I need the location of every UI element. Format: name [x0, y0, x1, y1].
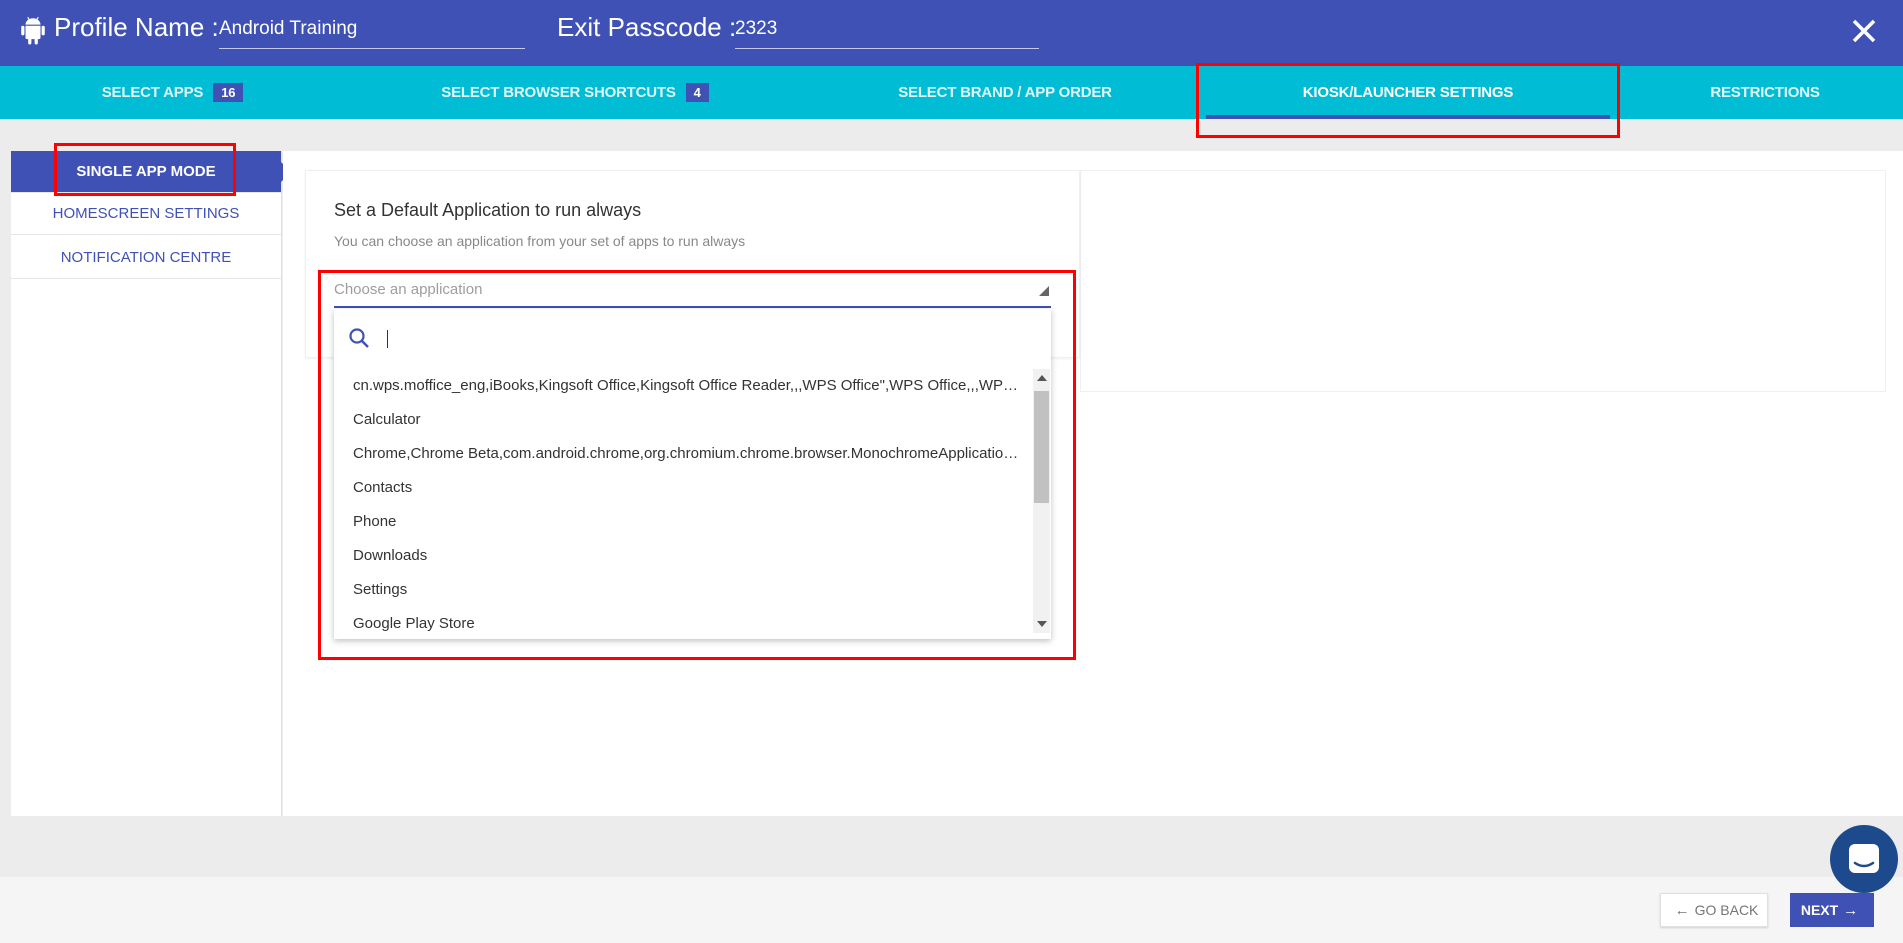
dropdown-scrollbar[interactable] [1033, 369, 1050, 633]
active-tab-indicator [1206, 115, 1610, 119]
arrow-right-icon: → [1843, 901, 1859, 919]
right-panel [1080, 170, 1886, 392]
arrow-left-icon: ← [1674, 901, 1690, 919]
option-item[interactable]: Contacts [334, 471, 1031, 505]
chat-icon [1849, 844, 1879, 873]
go-back-label: GO BACK [1694, 902, 1759, 918]
android-icon [21, 16, 45, 45]
application-select[interactable]: Choose an application [334, 276, 1051, 308]
next-label: NEXT [1800, 902, 1839, 918]
search-icon [349, 328, 369, 348]
application-dropdown: cn.wps.moffice_eng,iBooks,Kingsoft Offic… [334, 309, 1051, 639]
profile-name-input[interactable]: Android Training [219, 14, 525, 49]
option-item[interactable]: Settings [334, 573, 1031, 607]
exit-passcode-input[interactable]: 2323 [735, 14, 1039, 49]
go-back-button[interactable]: ← GO BACK [1660, 893, 1768, 927]
next-button[interactable]: NEXT → [1790, 893, 1874, 927]
tab-bar: SELECT APPS 16 SELECT BROWSER SHORTCUTS … [0, 66, 1903, 119]
tab-select-brand-app-order[interactable]: SELECT BRAND / APP ORDER [805, 66, 1205, 119]
tab-label: SELECT BROWSER SHORTCUTS [441, 84, 676, 101]
sidebar-item-notification-centre[interactable]: NOTIFICATION CENTRE [11, 237, 281, 279]
application-search-input[interactable] [384, 325, 1024, 351]
footer-bar [0, 877, 1903, 943]
application-options-list: cn.wps.moffice_eng,iBooks,Kingsoft Offic… [334, 369, 1031, 639]
option-item[interactable]: Chrome,Chrome Beta,com.android.chrome,or… [334, 437, 1031, 471]
shortcuts-count-badge: 4 [685, 83, 709, 102]
scroll-up-icon[interactable] [1037, 375, 1047, 381]
card-subtitle: You can choose an application from your … [334, 233, 746, 249]
sidebar: SINGLE APP MODE HOMESCREEN SETTINGS NOTI… [11, 151, 291, 816]
tab-select-apps[interactable]: SELECT APPS 16 [0, 66, 345, 119]
option-item[interactable]: Phone [334, 505, 1031, 539]
option-item[interactable]: Calculator [334, 403, 1031, 437]
chat-launcher-button[interactable] [1830, 825, 1898, 893]
scroll-down-icon[interactable] [1037, 621, 1047, 627]
tab-kiosk-launcher-settings[interactable]: KIOSK/LAUNCHER SETTINGS [1206, 66, 1610, 119]
tab-label: SELECT APPS [101, 84, 204, 101]
apps-count-badge: 16 [213, 83, 244, 102]
exit-passcode-label: Exit Passcode : [557, 12, 737, 42]
card-title: Set a Default Application to run always [334, 200, 642, 220]
text-cursor [387, 330, 388, 348]
scrollbar-thumb[interactable] [1034, 391, 1049, 503]
tab-label: SELECT BRAND / APP ORDER [898, 84, 1112, 101]
top-bar: Profile Name : Android Training Exit Pas… [0, 0, 1903, 66]
select-placeholder: Choose an application [334, 281, 483, 298]
tab-restrictions[interactable]: RESTRICTIONS [1610, 66, 1903, 119]
tab-label: RESTRICTIONS [1710, 84, 1820, 101]
option-item[interactable]: cn.wps.moffice_eng,iBooks,Kingsoft Offic… [334, 369, 1031, 403]
profile-name-label: Profile Name : [54, 12, 219, 42]
sidebar-item-single-app-mode[interactable]: SINGLE APP MODE [11, 151, 291, 193]
tab-label: KIOSK/LAUNCHER SETTINGS [1302, 84, 1514, 101]
tab-select-browser-shortcuts[interactable]: SELECT BROWSER SHORTCUTS 4 [345, 66, 805, 119]
dropdown-caret-icon [1039, 286, 1049, 296]
sidebar-item-homescreen-settings[interactable]: HOMESCREEN SETTINGS [11, 193, 281, 235]
option-item[interactable]: Downloads [334, 539, 1031, 573]
close-icon[interactable] [1850, 17, 1878, 45]
option-item[interactable]: Google Play Store [334, 607, 1031, 639]
